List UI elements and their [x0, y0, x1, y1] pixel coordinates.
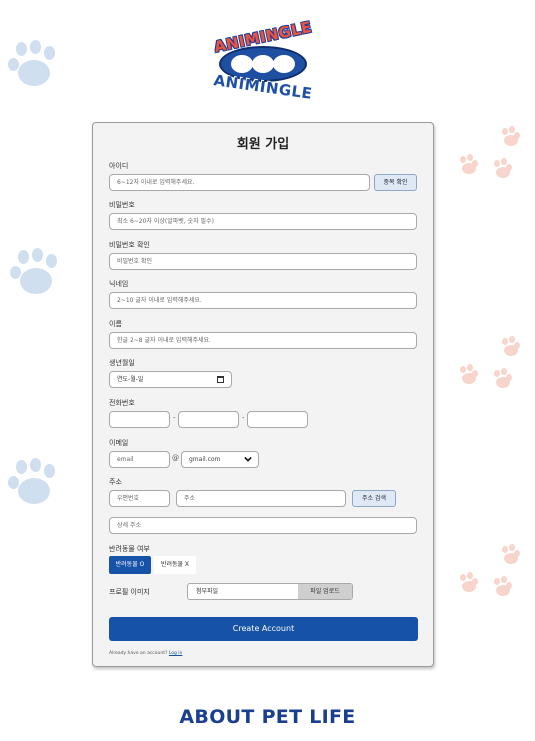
address-detail-input[interactable]: 상세 주소	[109, 517, 417, 534]
email-label: 이메일	[109, 439, 129, 447]
pet-no-button[interactable]: 반려동물 X	[154, 556, 196, 574]
name-label: 이름	[109, 320, 122, 328]
zipcode-input[interactable]: 우편번호	[109, 490, 170, 507]
paw-decoration-icon	[10, 248, 66, 304]
address-label: 주소	[109, 478, 122, 486]
pet-status-label: 반려동물 여부	[109, 545, 150, 553]
address-search-button[interactable]: 주소 검색	[352, 490, 396, 507]
create-account-button[interactable]: Create Account	[109, 617, 418, 641]
logo-character	[252, 55, 274, 73]
signup-form: 회원 가입 아이디 6~12자 이내로 입력해주세요. 중복 확인 비밀번호 최…	[92, 122, 434, 667]
animingle-logo[interactable]: ANIMINGLE ANIMINGLE	[203, 18, 323, 103]
phone-label: 전화번호	[109, 399, 135, 407]
logo-character	[231, 55, 253, 73]
email-at-sign: @	[172, 454, 179, 462]
name-input[interactable]: 한글 2~8 글자 이내로 입력해주세요.	[109, 332, 417, 349]
address-input[interactable]: 주소	[176, 490, 346, 507]
paw-decoration-icon	[456, 542, 526, 602]
birthdate-placeholder: 연도-월-일	[117, 376, 144, 383]
email-domain-value: gmail.com	[189, 456, 221, 463]
calendar-icon[interactable]	[217, 376, 224, 383]
login-prompt: Already have an account? Log in	[109, 651, 182, 656]
login-link[interactable]: Log in	[169, 651, 183, 656]
file-name-display: 첨부파일	[196, 588, 219, 595]
email-domain-select[interactable]: gmail.com	[181, 451, 259, 468]
login-prompt-text: Already have an account?	[109, 651, 168, 656]
nickname-label: 닉네임	[109, 280, 129, 288]
phone-part3-input[interactable]	[247, 411, 308, 428]
phone-separator: -	[242, 414, 245, 422]
password-input[interactable]: 최소 6~20자 이상(알파벳, 숫자 필수)	[109, 213, 417, 230]
phone-part1-input[interactable]	[109, 411, 170, 428]
paw-decoration-icon	[8, 40, 64, 96]
userid-label: 아이디	[109, 162, 129, 170]
birthdate-label: 생년월일	[109, 359, 135, 367]
password-label: 비밀번호	[109, 201, 135, 209]
profile-file-input[interactable]: 첨부파일 파일 업로드	[187, 583, 353, 600]
pet-yes-button[interactable]: 반려동물 O	[109, 556, 151, 574]
userid-input[interactable]: 6~12자 이내로 입력해주세요.	[109, 174, 370, 191]
paw-decoration-icon	[8, 458, 64, 514]
paw-decoration-icon	[456, 124, 526, 184]
birthdate-input[interactable]: 연도-월-일	[109, 371, 232, 388]
footer-tagline: ABOUT PET LIFE	[179, 706, 356, 728]
profile-image-label: 프로필 이미지	[109, 588, 150, 596]
phone-separator: -	[173, 414, 176, 422]
duplicate-check-button[interactable]: 중복 확인	[374, 174, 417, 191]
file-upload-button[interactable]: 파일 업로드	[298, 584, 352, 599]
chevron-down-icon	[244, 456, 252, 462]
logo-character	[273, 55, 295, 73]
password-confirm-label: 비밀번호 확인	[109, 241, 150, 249]
phone-part2-input[interactable]	[178, 411, 239, 428]
email-local-input[interactable]: email	[109, 451, 170, 468]
paw-decoration-icon	[456, 334, 526, 394]
nickname-input[interactable]: 2~10 글자 이내로 입력해주세요.	[109, 292, 417, 309]
page-title: 회원 가입	[236, 137, 290, 152]
password-confirm-input[interactable]: 비밀번호 확인	[109, 253, 417, 270]
